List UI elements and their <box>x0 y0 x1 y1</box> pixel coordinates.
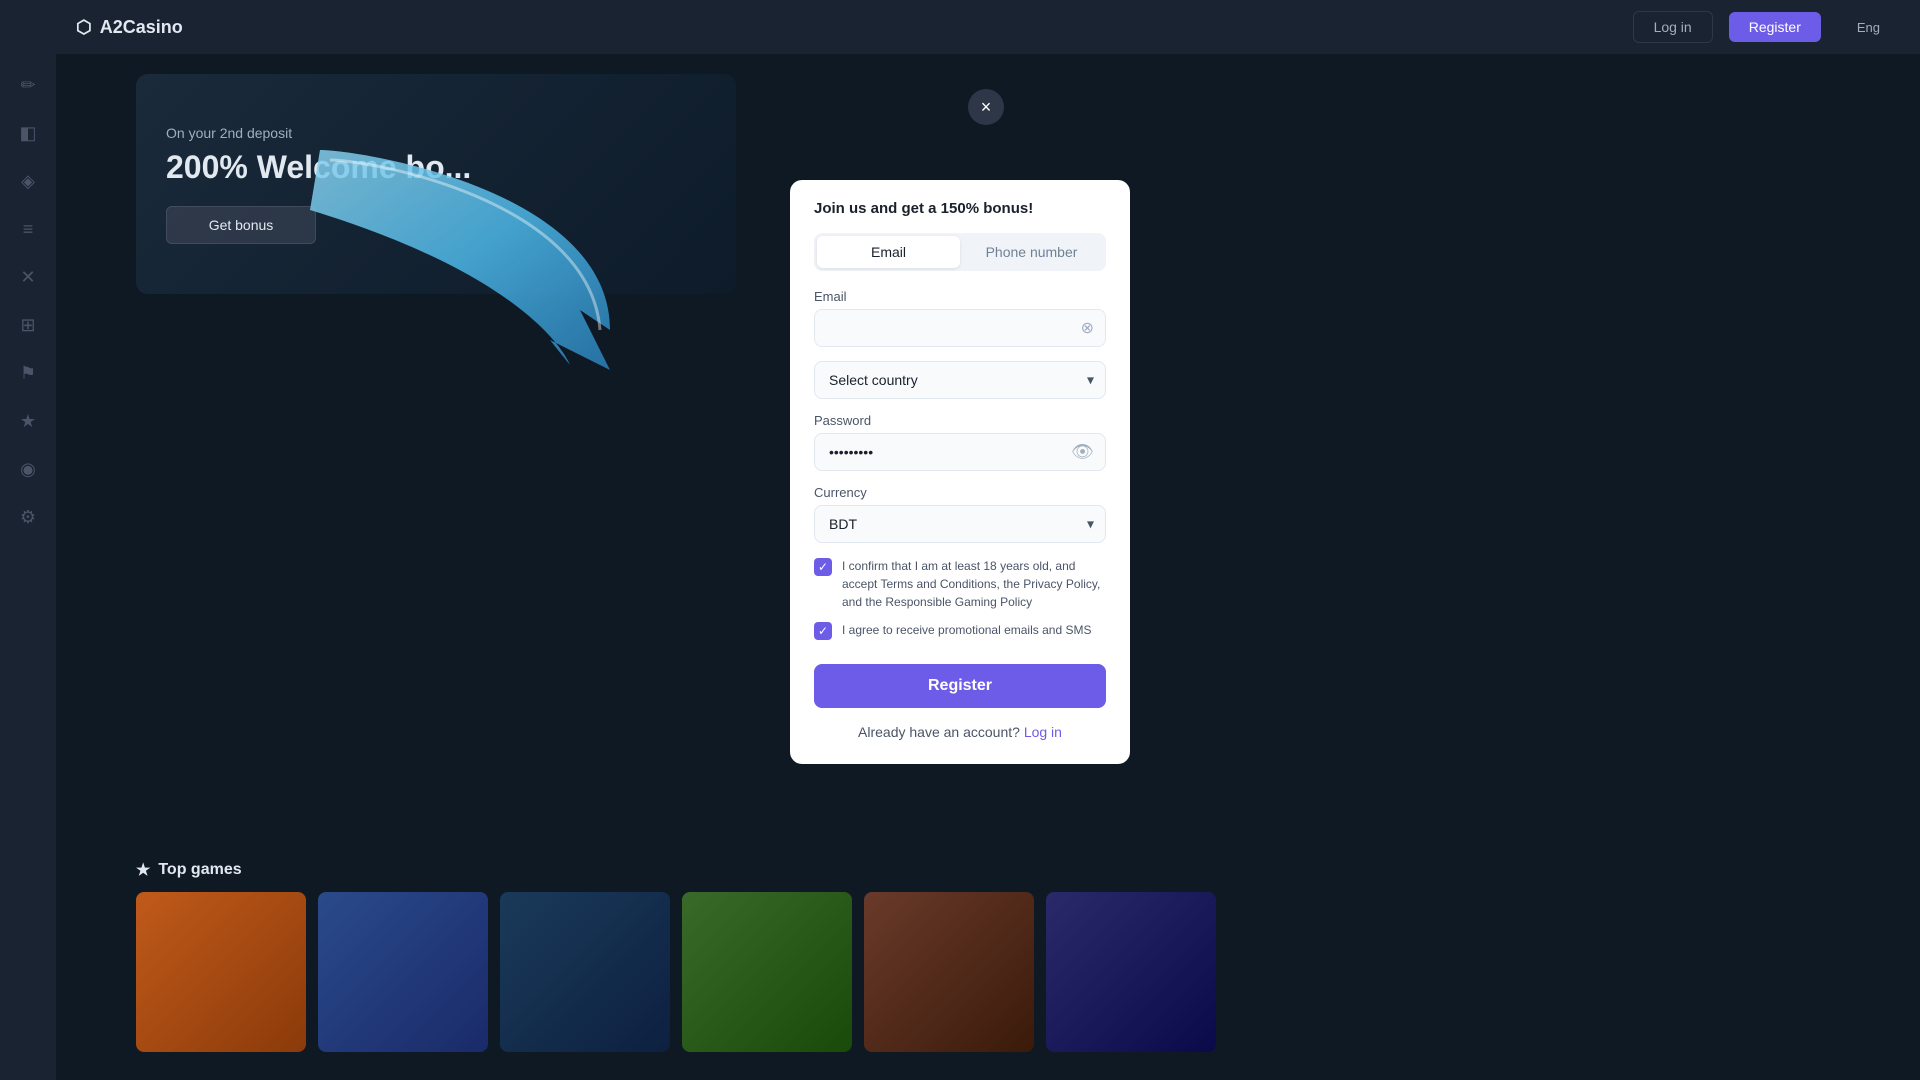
password-input[interactable] <box>814 433 1106 471</box>
sidebar-icon-list[interactable]: ◧ <box>13 118 43 148</box>
terms-checkbox[interactable] <box>814 558 832 576</box>
login-link[interactable]: Log in <box>1024 724 1062 740</box>
terms-label: I confirm that I am at least 18 years ol… <box>842 557 1106 611</box>
site-logo: ⬡ A2Casino <box>76 17 183 38</box>
country-select-wrapper: Select country ▾ <box>814 361 1106 399</box>
sidebar-icon-game[interactable]: ⊞ <box>13 310 43 340</box>
promo-label: I agree to receive promotional emails an… <box>842 621 1091 639</box>
sidebar-icon-menu[interactable]: ≡ <box>13 214 43 244</box>
games-section-title: ★ Top games <box>136 860 1900 880</box>
get-bonus-button[interactable]: Get bonus <box>166 206 316 244</box>
games-section: ★ Top games <box>136 860 1900 1080</box>
tab-email[interactable]: Email <box>817 236 960 268</box>
language-selector[interactable]: Eng <box>1837 13 1900 42</box>
logo-icon: ⬡ <box>76 17 92 38</box>
modal-body: Email Phone number Email ⊗ Select countr… <box>790 217 1130 764</box>
modal-title: Join us and get a 150% bonus! <box>814 200 1106 217</box>
header: ⬡ A2Casino Log in Register Eng <box>56 0 1920 54</box>
game-card-aztec[interactable] <box>864 892 1034 1052</box>
register-header-button[interactable]: Register <box>1729 12 1821 42</box>
sidebar-icon-trophy[interactable]: ⚑ <box>13 358 43 388</box>
email-input[interactable] <box>814 309 1106 347</box>
game-card-magic-lamps[interactable] <box>318 892 488 1052</box>
banner-subtitle: On your 2nd deposit <box>166 125 706 141</box>
password-input-wrapper: 👁 <box>814 433 1106 471</box>
sidebar-icon-edit[interactable]: ✏ <box>13 70 43 100</box>
country-select[interactable]: Select country <box>814 361 1106 399</box>
sidebar-icon-star[interactable]: ★ <box>13 406 43 436</box>
tab-bar: Email Phone number <box>814 233 1106 271</box>
email-clear-icon[interactable]: ⊗ <box>1081 318 1094 338</box>
sidebar-icon-globe[interactable]: ◉ <box>13 454 43 484</box>
currency-select-wrapper: BDTUSDEURGBP ▾ <box>814 505 1106 543</box>
currency-form-group: Currency BDTUSDEURGBP ▾ <box>814 485 1106 543</box>
banner-title: 200% Welcome bo... <box>166 149 706 186</box>
games-grid <box>136 892 1900 1052</box>
terms-checkbox-group: I confirm that I am at least 18 years ol… <box>814 557 1106 611</box>
password-form-group: Password 👁 <box>814 413 1106 471</box>
password-label: Password <box>814 413 1106 428</box>
email-form-group: Email ⊗ <box>814 289 1106 347</box>
already-account-text: Already have an account? <box>858 724 1020 740</box>
game-card-dua[interactable] <box>500 892 670 1052</box>
promo-checkbox[interactable] <box>814 622 832 640</box>
logo-text: A2Casino <box>100 17 183 38</box>
currency-select[interactable]: BDTUSDEURGBP <box>814 505 1106 543</box>
game-card-dragon-pearls[interactable] <box>682 892 852 1052</box>
currency-label: Currency <box>814 485 1106 500</box>
game-card-thunder[interactable] <box>136 892 306 1052</box>
modal-close-button[interactable]: × <box>968 89 1004 125</box>
star-icon: ★ <box>136 860 150 880</box>
tab-phone[interactable]: Phone number <box>960 236 1103 268</box>
modal-header: Join us and get a 150% bonus! <box>790 180 1130 217</box>
email-label: Email <box>814 289 1106 304</box>
register-submit-button[interactable]: Register <box>814 664 1106 708</box>
login-prompt: Already have an account? Log in <box>814 724 1106 740</box>
registration-modal: Join us and get a 150% bonus! Email Phon… <box>790 180 1130 764</box>
game-card-extra[interactable] <box>1046 892 1216 1052</box>
sidebar-icon-close[interactable]: ✕ <box>13 262 43 292</box>
country-form-group: Select country ▾ <box>814 361 1106 399</box>
promo-banner: On your 2nd deposit 200% Welcome bo... G… <box>136 74 736 294</box>
promo-checkbox-group: I agree to receive promotional emails an… <box>814 621 1106 640</box>
sidebar: ✏ ◧ ◈ ≡ ✕ ⊞ ⚑ ★ ◉ ⚙ <box>0 0 56 1080</box>
email-input-wrapper: ⊗ <box>814 309 1106 347</box>
sidebar-icon-settings[interactable]: ⚙ <box>13 502 43 532</box>
login-button[interactable]: Log in <box>1633 11 1713 43</box>
sidebar-icon-bookmark[interactable]: ◈ <box>13 166 43 196</box>
password-eye-icon[interactable]: 👁 <box>1071 442 1094 463</box>
